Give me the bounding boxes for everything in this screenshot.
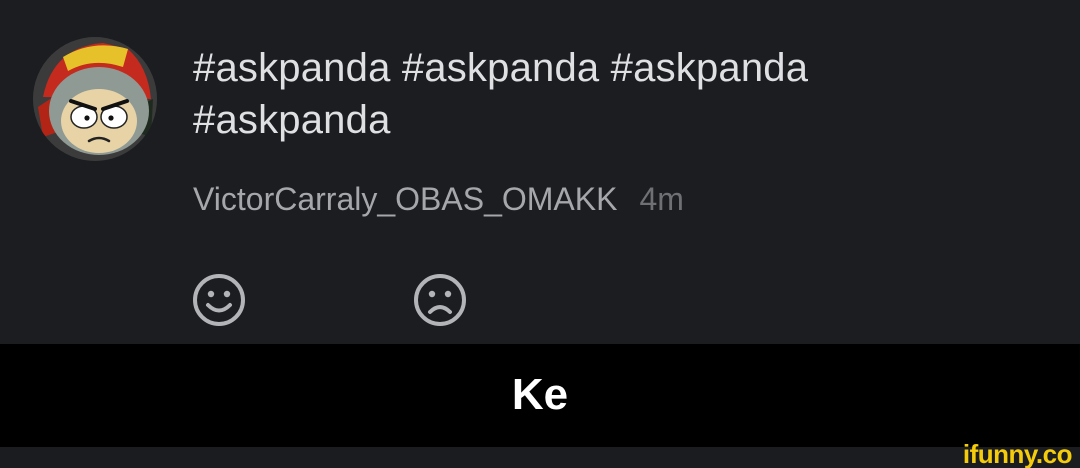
frown-reaction-button[interactable] (412, 272, 468, 328)
caption-text: Ke (511, 370, 569, 419)
frown-icon (414, 274, 466, 326)
smile-reaction-button[interactable] (191, 272, 247, 328)
smile-icon (193, 274, 245, 326)
timestamp: 4m (639, 181, 684, 217)
caption-banner: Ke (0, 344, 1080, 447)
cartoon-character-avatar-icon (33, 37, 157, 161)
avatar[interactable] (33, 37, 157, 161)
footer-bar (0, 447, 1080, 468)
ifunny-watermark: ifunny.co (962, 439, 1073, 468)
comment-card: #askpanda #askpanda #askpanda #askpanda … (0, 0, 1080, 344)
username-link[interactable]: VictorCarraly_OBAS_OMAKK (193, 181, 617, 217)
screenshot-stage: #askpanda #askpanda #askpanda #askpanda … (0, 0, 1080, 468)
comment-meta: VictorCarraly_OBAS_OMAKK 4m (193, 179, 684, 219)
comment-text: #askpanda #askpanda #askpanda #askpanda (193, 46, 809, 142)
